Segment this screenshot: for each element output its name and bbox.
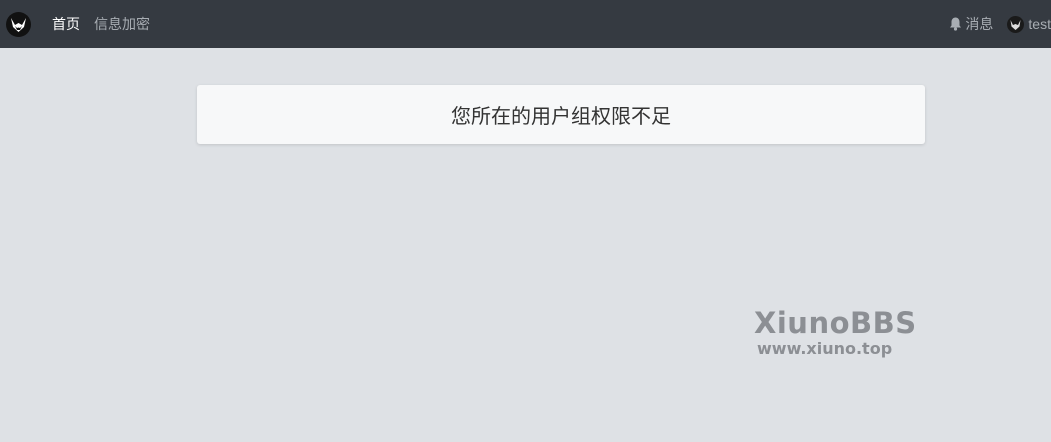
- messages-link[interactable]: 消息: [949, 14, 993, 34]
- main-nav: 首页 信息加密: [52, 0, 164, 48]
- username-label: test: [1028, 16, 1051, 32]
- fox-logo-icon[interactable]: [6, 12, 31, 37]
- top-navbar: 首页 信息加密 消息 test: [0, 0, 1051, 48]
- watermark-title: XiunoBBS: [754, 306, 917, 340]
- watermark: XiunoBBS www.xiuno.top: [754, 306, 924, 358]
- watermark-url: www.xiuno.top: [757, 339, 893, 358]
- nav-encryption-link[interactable]: 信息加密: [94, 14, 150, 34]
- nav-home-link[interactable]: 首页: [52, 14, 80, 34]
- permission-alert-card: 您所在的用户组权限不足: [197, 85, 925, 144]
- avatar-icon: [1007, 15, 1025, 33]
- bell-icon: [950, 17, 962, 31]
- permission-message: 您所在的用户组权限不足: [451, 104, 671, 128]
- user-menu-link[interactable]: test: [1007, 15, 1051, 33]
- user-nav: 消息 test: [949, 0, 1051, 48]
- messages-label: 消息: [965, 16, 994, 32]
